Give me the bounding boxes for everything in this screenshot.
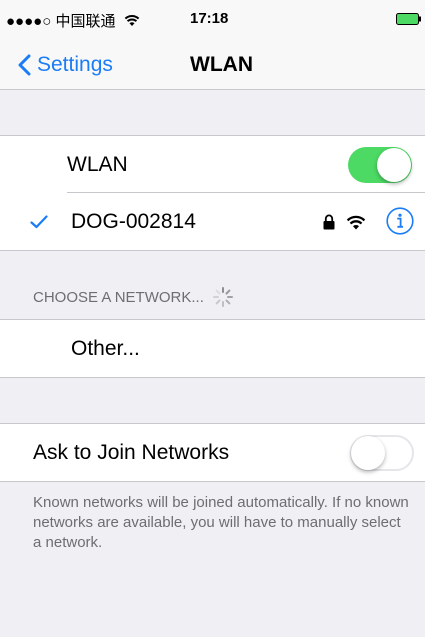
- other-network-group: Other...: [0, 319, 425, 378]
- switch-knob: [351, 436, 385, 470]
- ask-to-join-switch[interactable]: [350, 435, 414, 471]
- wlan-label: WLAN: [67, 153, 128, 176]
- choose-network-label: CHOOSE A NETWORK...: [33, 288, 204, 306]
- ask-to-join-label: Ask to Join Networks: [33, 441, 230, 464]
- ask-to-join-group: Ask to Join Networks: [0, 423, 425, 482]
- wlan-toggle-row: WLAN: [0, 136, 425, 193]
- wlan-switch[interactable]: [348, 147, 412, 183]
- switch-knob: [377, 148, 411, 182]
- spinner-icon: [212, 287, 233, 307]
- navigation-bar: Settings WLAN: [0, 40, 425, 90]
- carrier-label: ●●●●○ 中国联通: [6, 10, 141, 31]
- battery-icon: [396, 13, 421, 25]
- ask-to-join-row: Ask to Join Networks: [0, 424, 425, 481]
- status-bar: ●●●●○ 中国联通 17:18: [0, 0, 425, 40]
- wlan-group: WLAN DOG-002814: [0, 135, 425, 251]
- other-label: Other...: [71, 337, 140, 360]
- page-title: WLAN: [190, 53, 253, 76]
- other-network-row[interactable]: Other...: [0, 320, 425, 377]
- info-icon[interactable]: [386, 207, 414, 235]
- ask-to-join-description: Known networks will be joined automatica…: [33, 494, 409, 551]
- back-button[interactable]: Settings: [18, 48, 113, 82]
- status-time: 17:18: [190, 10, 229, 27]
- wifi-strength-icon: [346, 215, 366, 230]
- carrier-text: ●●●●○ 中国联通: [6, 13, 116, 30]
- chevron-left-icon: [18, 54, 31, 76]
- back-button-label: Settings: [37, 53, 113, 76]
- checkmark-icon: [30, 215, 48, 229]
- connected-network-row[interactable]: DOG-002814: [0, 193, 425, 250]
- wifi-signal-icon: [124, 14, 139, 26]
- lock-icon: [323, 214, 335, 230]
- network-name: DOG-002814: [71, 210, 196, 233]
- choose-network-header: CHOOSE A NETWORK...: [33, 286, 234, 308]
